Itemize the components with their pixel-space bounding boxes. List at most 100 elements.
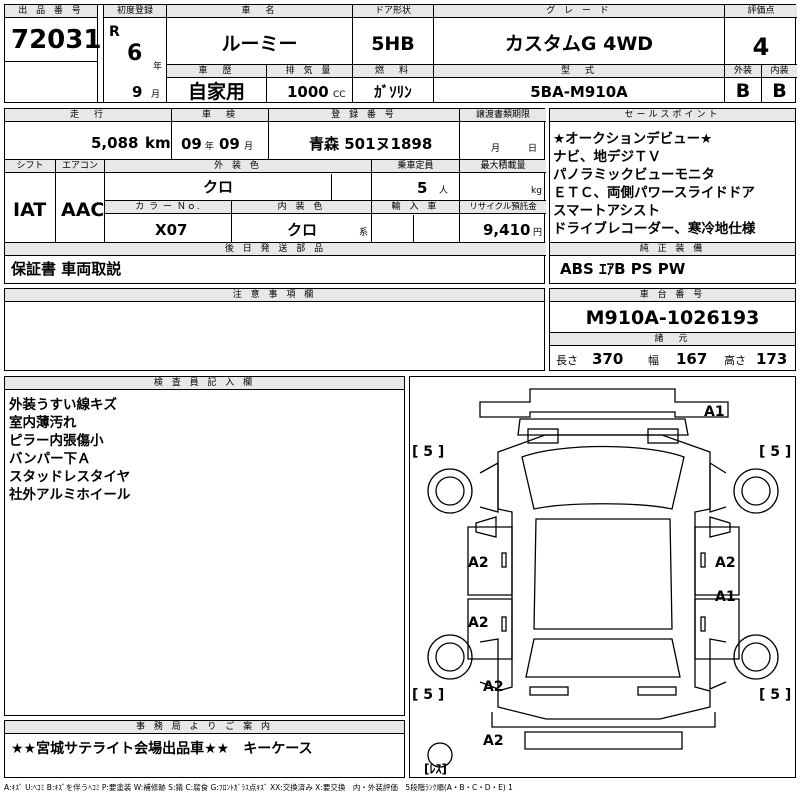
inspector-line: 室内薄汚れ [9, 415, 77, 431]
notes-label: 注 意 事 項 欄 [5, 289, 544, 302]
inspector-line: 外装うすい線キズ [9, 397, 117, 413]
reg-month-unit: 月 [151, 90, 161, 100]
chassis-number: M910A-1026193 [585, 307, 760, 329]
mileage-unit: km [145, 134, 171, 152]
sales-line: ★オークションデビュー★ [553, 131, 713, 147]
door-type: 5HB [371, 33, 415, 55]
ext-label: 外装 [725, 65, 761, 78]
shift-label: シフト [5, 160, 55, 173]
color-no: X07 [155, 221, 188, 239]
later-parts: 保証書 車両取説 [11, 260, 122, 278]
inspector-line: 社外アルミホイール [9, 487, 131, 503]
inspector-label: 検 査 員 記 入 欄 [5, 377, 404, 390]
mileage: 5,088 [91, 134, 139, 152]
spec-table: 走 行 車 検 登 録 番 号 譲渡書類期限 5,088 km 09 年 09 … [4, 108, 546, 284]
spare-mark: [ﾚｽ] [424, 762, 447, 776]
model-label: 型 式 [434, 65, 724, 78]
insp-year-unit: 年 [205, 142, 215, 152]
ext-color: クロ [202, 178, 233, 196]
era: R [109, 24, 120, 40]
office-box: 事 務 局 よ り ご 案 内 ★★宮城サテライト会場出品車★★ キーケース [4, 720, 405, 778]
reg-year-unit: 年 [153, 62, 163, 72]
legend: A:ｷｽﾞ U:ﾍｺﾐ B:ｷｽﾞを伴うﾍｺﾐ P:要塗装 W:補修跡 S:錆 … [4, 783, 513, 792]
int-color: クロ [287, 221, 318, 239]
later-label: 後 日 発 送 部 品 [5, 243, 546, 256]
reg-no-label: 登 録 番 号 [269, 109, 459, 122]
recycle-label: リサイクル預託金 [460, 201, 546, 214]
sales-label: セールスポイント [550, 109, 795, 122]
capacity-label: 乗車定員 [372, 160, 459, 173]
inspector-line: ピラー内張傷小 [9, 433, 104, 449]
equipment: ABS ｴｱB PS PW [560, 260, 686, 278]
score: 4 [752, 33, 770, 61]
recycle-unit: 円 [533, 228, 543, 238]
notes-box: 注 意 事 項 欄 [4, 288, 545, 371]
model: 5BA-M910A [530, 83, 628, 101]
max-load-unit: kg [531, 186, 542, 196]
height-label: 高さ [724, 354, 746, 367]
displacement-label: 排 気 量 [267, 65, 352, 78]
capacity: 5 [417, 179, 428, 197]
inspector-line: スタッドレスタイヤ [9, 469, 131, 485]
reg-number: 青森 501ヌ1898 [309, 135, 433, 153]
length: 370 [592, 350, 624, 368]
sales-line: ナビ、地デジＴＶ [553, 149, 661, 165]
tire-mark: [ 5 ] [412, 444, 444, 460]
int-label: 内装 [762, 65, 797, 78]
int-score: B [772, 80, 787, 102]
max-load-label: 最大積載量 [460, 160, 546, 173]
reg-month: 9 [132, 83, 143, 101]
width: 167 [676, 350, 708, 368]
transfer-label: 譲渡書類期限 [460, 109, 546, 122]
ac-label: エアコン [56, 160, 104, 173]
displacement: 1000 [287, 83, 329, 101]
height: 173 [756, 350, 788, 368]
reg-year: 6 [127, 41, 143, 66]
damage-mark: A2 [468, 555, 489, 571]
damage-mark: A2 [483, 679, 504, 695]
score-label: 評価点 [725, 5, 797, 18]
damage-mark: A2 [483, 733, 504, 749]
sales-line: ドライブレコーダー、寒冷地仕様 [553, 221, 756, 237]
spec-label: 諸 元 [550, 333, 795, 346]
car-name: ルーミー [221, 33, 298, 55]
sales-line: ＥＴＣ、両側パワースライドドア [553, 185, 755, 201]
car-diagram: A1 A2 A2 A1 A2 A2 A2 [ 5 ] [ 5 ] [ 5 ] [… [412, 388, 791, 776]
sales-points-box: セールスポイント ★オークションデビュー★ ナビ、地デジＴＶ パノラミックビュー… [549, 108, 796, 284]
tire-mark: [ 5 ] [412, 687, 444, 703]
inspector-box: 検 査 員 記 入 欄 外装うすい線キズ 室内薄汚れ ピラー内張傷小 バンパー下… [4, 376, 405, 716]
office-label: 事 務 局 よ り ご 案 内 [5, 721, 404, 734]
office-text: ★★宮城サテライト会場出品車★★ キーケース [11, 741, 313, 757]
displacement-unit: CC [333, 90, 346, 100]
ext-color-label: 外 装 色 [105, 160, 371, 173]
lot-no-label: 出 品 番 号 [5, 5, 97, 18]
mileage-label: 走 行 [5, 109, 171, 122]
import-label: 輸 入 車 [372, 201, 459, 214]
car-name-label: 車 名 [167, 5, 352, 18]
grade-label: グ レ ー ド [434, 5, 724, 18]
color-no-label: カ ラ ー Ｎｏ. [105, 201, 231, 214]
equip-label: 純 正 装 備 [550, 243, 795, 256]
int-color-unit: 系 [359, 228, 369, 238]
inspector-line: バンパー下Ａ [9, 451, 91, 467]
width-label: 幅 [648, 354, 659, 367]
damage-mark: A2 [715, 555, 736, 571]
ext-score: B [735, 80, 751, 102]
capacity-unit: 人 [439, 186, 449, 196]
chassis-label: 車 台 番 号 [550, 289, 795, 302]
chassis-box: 車 台 番 号 M910A-1026193 諸 元 長さ 370 幅 167 高… [549, 288, 796, 371]
ac: AAC [61, 199, 105, 221]
tire-mark: [ 5 ] [759, 444, 791, 460]
tire-mark: [ 5 ] [759, 687, 791, 703]
inspection-label: 車 検 [172, 109, 268, 122]
damage-mark: A1 [704, 404, 725, 420]
sales-line: パノラミックビューモニタ [553, 167, 715, 183]
length-label: 長さ [556, 354, 578, 367]
damage-mark: A1 [715, 589, 736, 605]
history: 自家用 [187, 81, 245, 103]
shift: IAT [13, 199, 47, 221]
damage-mark: A2 [468, 615, 489, 631]
lot-number: 72031 [11, 25, 102, 55]
transfer-day: 日 [528, 144, 538, 154]
insp-year: 09 [181, 135, 202, 153]
